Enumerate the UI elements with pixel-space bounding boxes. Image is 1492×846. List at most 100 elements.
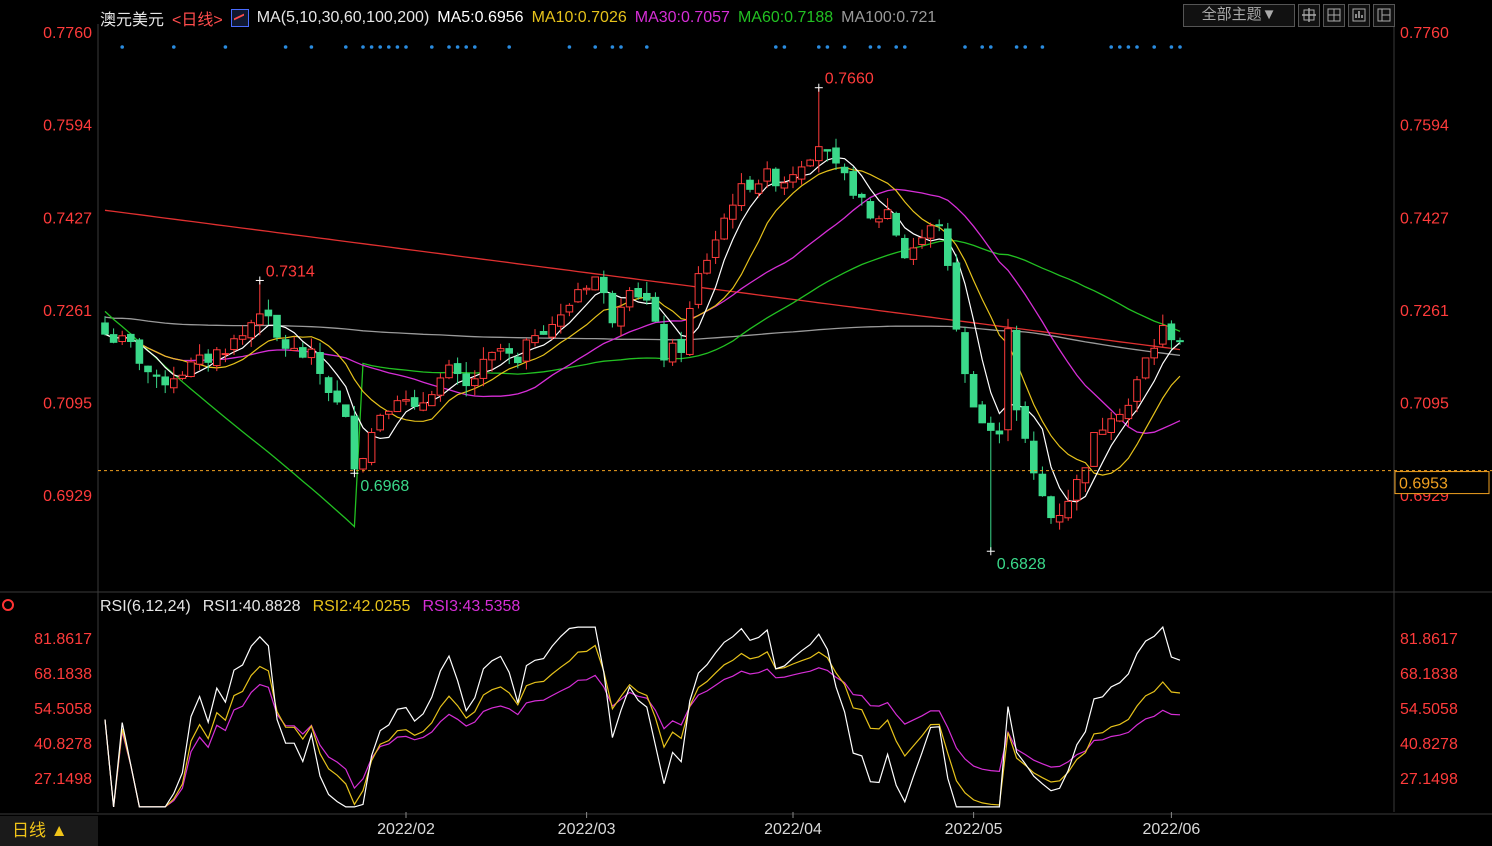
signal-dot bbox=[567, 45, 572, 49]
candle-body bbox=[531, 335, 539, 344]
y-tick-left: 0.7095 bbox=[43, 395, 92, 412]
signal-dot bbox=[645, 45, 649, 49]
candle-body bbox=[264, 309, 273, 317]
rsi-params-label[interactable]: RSI(6,12,24) bbox=[100, 598, 191, 616]
signal-dot bbox=[507, 45, 512, 49]
signal-dot bbox=[1135, 45, 1139, 49]
candle-body bbox=[118, 335, 127, 343]
candle-body bbox=[514, 356, 522, 364]
candle-body bbox=[161, 376, 169, 386]
y-tick-right: 0.7095 bbox=[1400, 395, 1449, 412]
candle-body bbox=[505, 348, 513, 354]
x-tick-label: 2022/05 bbox=[945, 821, 1003, 838]
ma10-value: MA10:0.7026 bbox=[531, 9, 627, 26]
candle-body bbox=[1004, 328, 1012, 431]
candle-body bbox=[376, 414, 384, 431]
candle-body bbox=[402, 399, 410, 402]
low-annotation: 0.6828 bbox=[997, 556, 1046, 573]
signal-dot bbox=[817, 45, 821, 49]
x-tick-label: 2022/03 bbox=[558, 821, 616, 838]
signal-dot bbox=[1178, 45, 1182, 49]
ma-params-label[interactable]: MA(5,10,30,60,100,200) bbox=[257, 9, 430, 27]
candle-body bbox=[883, 209, 892, 220]
candle-body bbox=[823, 149, 832, 152]
period-label[interactable]: <日线> bbox=[172, 6, 223, 30]
rsi-header: RSI(6,12,24) RSI1:40.8828 RSI2:42.0255 R… bbox=[100, 598, 520, 616]
theme-dropdown[interactable]: 全部主题▼ bbox=[1183, 4, 1295, 27]
candle-body bbox=[393, 400, 402, 413]
candle-body bbox=[987, 422, 995, 431]
candle-body bbox=[1047, 496, 1055, 519]
candle-body bbox=[797, 166, 806, 180]
candle-body bbox=[858, 193, 866, 198]
candle-body bbox=[333, 390, 341, 403]
signal-dot bbox=[903, 45, 907, 49]
y-tick-left: 0.7427 bbox=[43, 211, 92, 228]
rsi-y-tick-right: 68.1838 bbox=[1400, 666, 1458, 683]
candle-body bbox=[436, 377, 445, 396]
signal-dot bbox=[894, 45, 898, 49]
rsi3-line bbox=[104, 667, 1181, 808]
x-tick-label: 2022/04 bbox=[764, 821, 822, 838]
candle-body bbox=[806, 159, 815, 167]
high-annotation: 0.7660 bbox=[825, 71, 874, 88]
candle-body bbox=[746, 179, 754, 190]
indicator-settings-icon[interactable] bbox=[2, 599, 14, 611]
rsi-y-tick-right: 54.5058 bbox=[1400, 701, 1458, 718]
symbol-label[interactable]: 澳元美元 bbox=[100, 6, 164, 30]
signal-dot bbox=[593, 45, 597, 49]
signal-dot bbox=[1152, 45, 1156, 49]
signal-dot bbox=[430, 45, 434, 49]
candle-body bbox=[1038, 473, 1047, 497]
signal-dot bbox=[1118, 45, 1122, 49]
signal-dot bbox=[1169, 45, 1174, 49]
signal-dot bbox=[989, 45, 993, 49]
candle-body bbox=[1141, 357, 1150, 379]
ma5-value: MA5:0.6956 bbox=[437, 9, 524, 26]
x-tick-label: 2022/02 bbox=[377, 821, 435, 838]
signal-dot bbox=[774, 45, 778, 49]
signal-dot bbox=[378, 45, 383, 49]
crosshair-icon[interactable] bbox=[1298, 4, 1320, 27]
high-annotation: 0.7314 bbox=[266, 263, 315, 280]
candle-body bbox=[686, 307, 694, 355]
candle-body bbox=[1124, 404, 1133, 420]
candle-body bbox=[651, 296, 660, 322]
signal-dot bbox=[782, 45, 787, 49]
ma60-value: MA60:0.7188 bbox=[737, 9, 834, 26]
candle-body bbox=[789, 174, 797, 183]
signal-dot bbox=[172, 45, 176, 49]
candle-body bbox=[643, 292, 651, 301]
candle-body bbox=[935, 224, 944, 227]
candle-body bbox=[127, 333, 135, 343]
candle-body bbox=[178, 374, 187, 379]
candle-body bbox=[221, 353, 230, 356]
signal-dot bbox=[619, 45, 623, 49]
candle-body bbox=[780, 182, 789, 189]
rsi-y-tick-right: 27.1498 bbox=[1400, 771, 1458, 788]
candle-body bbox=[204, 353, 212, 363]
candle-body bbox=[557, 314, 565, 327]
candle-body bbox=[952, 262, 961, 330]
rsi-y-tick-left: 81.8617 bbox=[34, 631, 92, 648]
split-panel-icon[interactable] bbox=[1373, 4, 1395, 27]
candle-body bbox=[849, 171, 858, 196]
candle-body bbox=[926, 225, 935, 239]
rsi1-line bbox=[104, 625, 1181, 808]
signal-dot bbox=[1126, 45, 1131, 49]
signal-dot bbox=[447, 45, 451, 49]
grid-layout-icon[interactable] bbox=[1323, 4, 1345, 27]
rsi-y-tick-right: 40.8278 bbox=[1400, 736, 1458, 753]
signal-dot bbox=[980, 45, 984, 49]
candle-body bbox=[600, 276, 608, 294]
indicator-icon[interactable] bbox=[230, 9, 249, 27]
candle-body bbox=[729, 204, 737, 220]
candle-body bbox=[1012, 329, 1021, 411]
rsi-y-tick-left: 27.1498 bbox=[34, 771, 92, 788]
signal-dot bbox=[1014, 45, 1019, 49]
candle-body bbox=[187, 361, 195, 378]
candle-body bbox=[591, 276, 600, 291]
chart-panel-icon[interactable] bbox=[1348, 4, 1370, 27]
period-tab[interactable]: 日线 ▲ bbox=[0, 816, 98, 846]
y-tick-left: 0.7760 bbox=[43, 25, 92, 42]
